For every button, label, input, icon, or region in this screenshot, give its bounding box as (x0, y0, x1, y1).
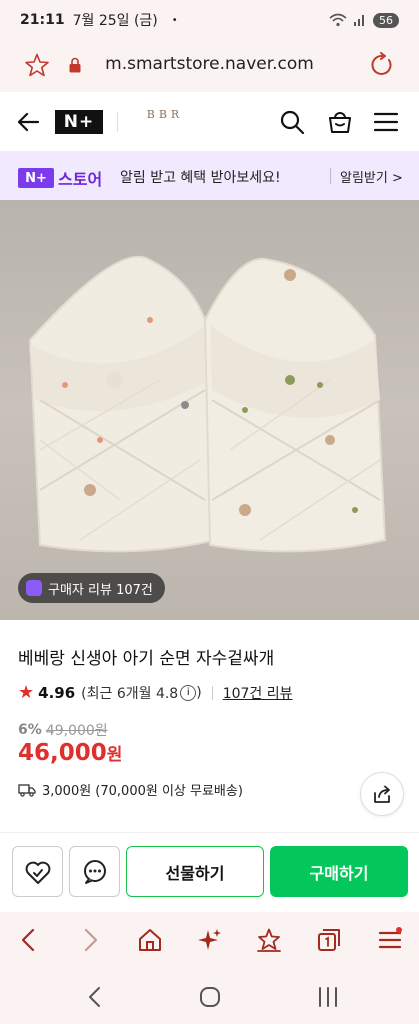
brand-logo[interactable]: BBR (140, 108, 190, 121)
discount-percent: 6% (18, 722, 42, 738)
original-price: 49,000원 (45, 723, 108, 739)
sale-price: 46,000원 (18, 740, 122, 766)
share-icon (374, 785, 390, 803)
naver-plus-badge: N+ (18, 168, 54, 188)
system-nav-bar (0, 968, 419, 1024)
product-image[interactable] (0, 200, 419, 620)
system-home-icon[interactable] (198, 985, 222, 1009)
tabs-icon[interactable] (316, 927, 342, 953)
promo-divider (330, 168, 331, 184)
browser-bottom-nav (0, 912, 419, 968)
info-icon[interactable]: i (180, 684, 197, 701)
wifi-icon (329, 13, 347, 27)
rating-star-icon: ★ (18, 682, 35, 703)
talktalk-chat-button[interactable] (69, 846, 120, 897)
status-time: 21:11 (20, 12, 65, 28)
browser-url-bar: m.smartstore.naver.com (0, 40, 419, 92)
left-swaddle (28, 255, 217, 553)
review-count-link[interactable]: 107건 리뷰 (223, 683, 293, 703)
product-title: 베베랑 신생아 아기 순면 자수겉싸개 (18, 649, 275, 669)
review-icon (26, 580, 42, 596)
reload-icon[interactable] (369, 52, 395, 78)
recent-rating-close: ) (196, 684, 202, 701)
buy-now-button[interactable]: 구매하기 (270, 846, 408, 897)
browser-back-icon[interactable] (16, 927, 42, 953)
signal-icon (354, 15, 364, 26)
sale-price-value: 46,000 (18, 740, 107, 766)
status-date: 7월 25일 (금) (72, 13, 158, 29)
purchase-bar: 선물하기 구매하기 (0, 832, 419, 912)
review-chip-label: 구매자 리뷰 107건 (48, 582, 153, 598)
app-header: N+ BBR (0, 92, 419, 152)
search-icon[interactable] (279, 109, 305, 135)
url-text[interactable]: m.smartstore.naver.com (0, 54, 419, 74)
notification-promo-banner[interactable]: N+ 스토어 알림 받고 혜택 받아보세요! 알림받기 > (0, 152, 419, 200)
store-label: 스토어 (58, 170, 103, 189)
subscribe-alerts-link[interactable]: 알림받기 > (340, 167, 403, 186)
promo-message: 알림 받고 혜택 받아보세요! (120, 170, 281, 186)
header-divider (117, 112, 118, 132)
home-icon[interactable] (137, 927, 163, 953)
truck-icon (18, 783, 36, 797)
share-button[interactable] (360, 772, 404, 816)
back-icon[interactable] (16, 109, 42, 135)
price-unit: 원 (106, 745, 123, 765)
browser-menu-icon[interactable] (377, 927, 403, 953)
rating-score: 4.96 (38, 683, 76, 702)
shopping-bag-icon[interactable] (327, 109, 353, 135)
rating-divider (211, 685, 213, 700)
shipping-info: 3,000원 (70,000원 이상 무료배송) (18, 780, 243, 799)
brand-logo-text: BBR (146, 108, 184, 121)
discount-row: 6% 49,000원 (18, 720, 108, 740)
bookmarks-icon[interactable] (256, 927, 282, 953)
wishlist-button[interactable] (12, 846, 63, 897)
gift-button[interactable]: 선물하기 (126, 846, 264, 897)
status-notification-dot: • (171, 14, 178, 26)
buyer-review-chip[interactable]: 구매자 리뷰 107건 (18, 573, 165, 603)
naver-plus-store-logo: N+ 스토어 (18, 166, 102, 190)
naver-plus-logo[interactable]: N+ (55, 110, 103, 134)
browser-forward-icon[interactable] (77, 927, 103, 953)
hamburger-menu-icon[interactable] (373, 109, 399, 135)
heart-check-icon (25, 861, 50, 884)
sparkle-icon[interactable] (197, 927, 223, 953)
status-right: 56 (329, 12, 399, 28)
right-swaddle (203, 257, 387, 553)
status-bar: 21:11 7월 25일 (금) • 56 (0, 0, 419, 40)
system-back-icon[interactable] (83, 985, 107, 1009)
rating-row: ★ 4.96 (최근 6개월 4.8 i ) 107건 리뷰 (18, 682, 293, 703)
chat-bubble-icon (83, 859, 106, 884)
swaddle-illustration (28, 255, 387, 553)
battery-level: 56 (373, 12, 399, 28)
recent-rating: (최근 6개월 4.8 (81, 685, 179, 702)
system-recents-icon[interactable] (316, 985, 340, 1009)
shipping-text: 3,000원 (70,000원 이상 무료배송) (42, 784, 243, 799)
